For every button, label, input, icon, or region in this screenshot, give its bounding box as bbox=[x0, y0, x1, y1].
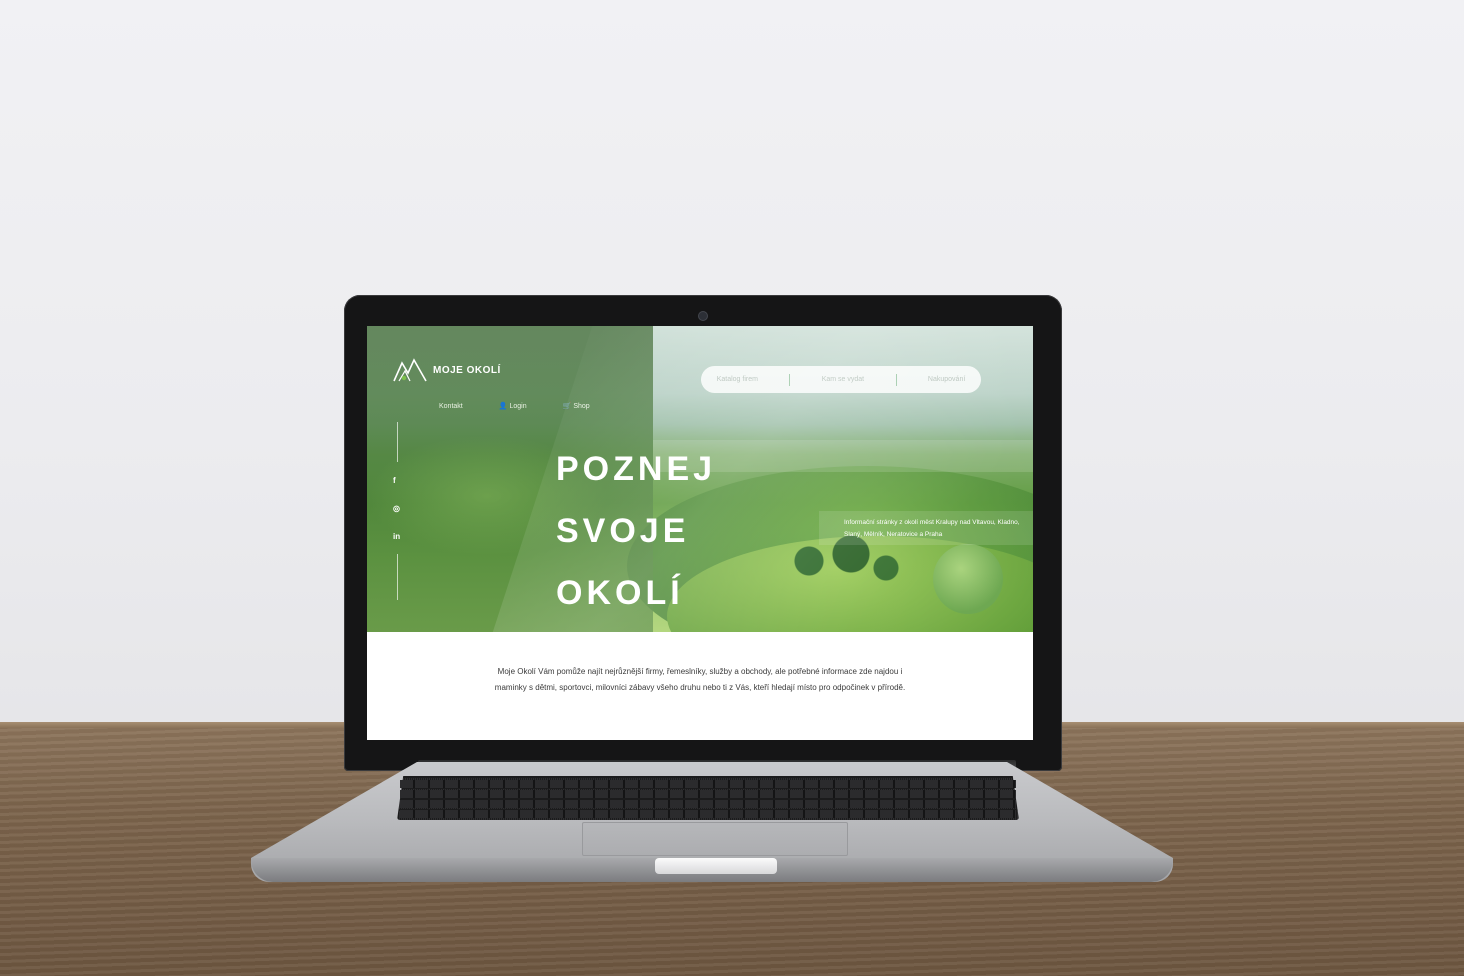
search-item-nakupovani[interactable]: Nakupování bbox=[928, 376, 965, 383]
hero-headline: POZNEJ SVOJE OKOLÍ bbox=[556, 438, 716, 624]
instagram-icon[interactable]: ◎ bbox=[393, 504, 400, 513]
divider bbox=[895, 373, 897, 386]
nav-item-login[interactable]: 👤 Login bbox=[498, 402, 527, 411]
search-item-katalog[interactable]: Katalog firem bbox=[717, 376, 758, 383]
headline-line: POZNEJ bbox=[556, 450, 717, 488]
social-line-top bbox=[397, 422, 398, 462]
laptop-opening-notch bbox=[655, 858, 777, 874]
hero-tree bbox=[933, 544, 1003, 614]
headline-line: OKOLÍ bbox=[556, 574, 684, 612]
headline-line: SVOJE bbox=[556, 512, 690, 550]
nav-item-shop[interactable]: 🛒 Shop bbox=[562, 402, 590, 411]
hero-info-box: Informační stránky z okolí měst Kralupy … bbox=[819, 511, 1033, 545]
basket-icon: 🛒 bbox=[562, 403, 572, 410]
trackpad bbox=[582, 822, 848, 856]
mountain-logo-icon bbox=[393, 358, 427, 382]
facebook-icon[interactable]: f bbox=[393, 476, 396, 485]
intro-paragraph: Moje Okolí Vám pomůže najít nejrůznější … bbox=[494, 667, 906, 692]
category-search-bar: Katalog firem Kam se vydat Nakupování bbox=[701, 366, 981, 393]
social-line-bottom bbox=[397, 554, 398, 600]
hero-info-text: Informační stránky z okolí měst Kralupy … bbox=[844, 519, 1020, 538]
top-navigation: Kontakt 👤 Login 🛒 Shop bbox=[439, 402, 590, 411]
nav-label: Shop bbox=[573, 402, 590, 410]
nav-label: Login bbox=[509, 402, 527, 410]
webcam-icon bbox=[699, 312, 707, 320]
hero-section: MOJE OKOLÍ Kontakt 👤 Login 🛒 Shop Katalog … bbox=[367, 326, 1033, 632]
nav-label: Kontakt bbox=[439, 402, 463, 410]
laptop-screen: MOJE OKOLÍ Kontakt 👤 Login 🛒 Shop Katalog … bbox=[367, 326, 1033, 740]
divider bbox=[789, 373, 791, 386]
site-logo[interactable]: MOJE OKOLÍ bbox=[393, 357, 501, 383]
keyboard-keys bbox=[400, 778, 1016, 818]
logo-text: MOJE OKOLÍ bbox=[433, 364, 501, 376]
search-item-kam[interactable]: Kam se vydat bbox=[822, 376, 864, 383]
user-icon: 👤 bbox=[498, 403, 508, 410]
nav-item-kontakt[interactable]: Kontakt bbox=[439, 402, 463, 410]
linkedin-icon[interactable]: in bbox=[393, 532, 400, 541]
